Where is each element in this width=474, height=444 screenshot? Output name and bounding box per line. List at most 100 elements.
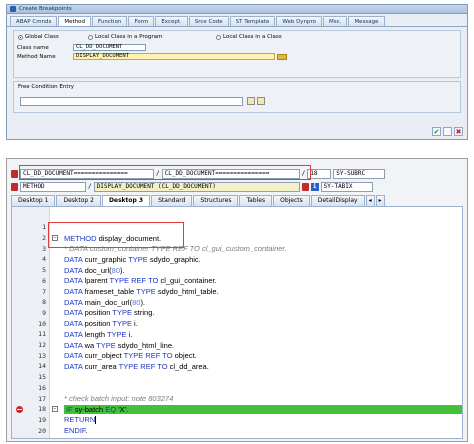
- code-token: DATA: [64, 329, 83, 339]
- code-token: lparent: [82, 276, 110, 286]
- fold-toggle-icon[interactable]: −: [52, 406, 58, 413]
- code-line[interactable]: 17 * check batch input: note 803274: [12, 393, 462, 404]
- cancel-button[interactable]: ✖: [454, 127, 463, 136]
- radio-button-selected[interactable]: [18, 34, 23, 40]
- tab-desktop-1[interactable]: Desktop 1: [11, 195, 56, 206]
- radio-button[interactable]: [88, 34, 93, 40]
- separator: /: [88, 183, 92, 190]
- tab-st-template[interactable]: ST Template: [229, 16, 276, 26]
- tab-form[interactable]: Form: [128, 16, 155, 26]
- code-token: IF: [66, 404, 73, 414]
- line-number: 16: [38, 383, 46, 392]
- code-line[interactable]: 15: [12, 372, 462, 383]
- radio-local-class-class[interactable]: Local Class in a Class: [216, 34, 282, 40]
- code-token: doc_url(: [82, 265, 112, 275]
- code-line[interactable]: 6 DATA lparent TYPE REF TO cl_gui_contain…: [12, 276, 462, 287]
- line-number: 15: [38, 373, 46, 382]
- free-condition-group: Free Condition Entry: [13, 81, 461, 113]
- code-text: DATA wa TYPE sdydo_html_line.: [64, 341, 174, 350]
- code-line[interactable]: 20 ENDIF.: [12, 425, 462, 436]
- value-help-icon[interactable]: [277, 53, 287, 60]
- code-token: TYPE REF TO: [109, 276, 159, 286]
- code-token: EQ: [105, 404, 117, 414]
- tab-standard[interactable]: Standard: [151, 195, 193, 206]
- line-number: 18: [38, 405, 46, 414]
- code-text: DATA curr_object TYPE REF TO object.: [64, 351, 197, 360]
- code-line[interactable]: 4 DATA curr_graphic TYPE sdydo_graphic.: [12, 254, 462, 265]
- code-token: i.: [126, 329, 133, 339]
- tab-method[interactable]: Method: [58, 16, 92, 26]
- save-button[interactable]: [443, 127, 452, 136]
- code-token: DATA: [64, 254, 83, 264]
- breakpoint-icon[interactable]: [16, 405, 23, 413]
- code-token: DATA: [64, 340, 83, 350]
- code-line[interactable]: 19 RETURN: [12, 415, 462, 426]
- radio-label: Local Class in a Program: [95, 34, 163, 40]
- code-token: DATA: [64, 287, 83, 297]
- tab-message[interactable]: Message: [348, 16, 385, 26]
- code-text: DATA curr_graphic TYPE sdydo_graphic.: [64, 255, 201, 264]
- tab-tables[interactable]: Tables: [239, 195, 273, 206]
- code-token: curr_area: [82, 361, 119, 371]
- code-token: DATA: [64, 276, 83, 286]
- program-icon: [11, 169, 18, 178]
- code-token: .: [85, 426, 88, 436]
- tab-source-code[interactable]: Srce Code: [188, 16, 229, 26]
- delete-condition-icon[interactable]: [257, 97, 265, 105]
- dialog-title: Create Breakpoints: [19, 6, 72, 12]
- tab-desktop-3[interactable]: Desktop 3: [101, 195, 151, 206]
- code-token: curr_object: [82, 351, 124, 361]
- sy-tabix-field[interactable]: SY-TABIX: [320, 181, 373, 192]
- tab-detail-display[interactable]: DetailDisplay: [310, 195, 365, 206]
- tab-scroll-right-icon[interactable]: ▸: [375, 195, 385, 206]
- code-line[interactable]: 7 DATA frameset_table TYPE sdydo_html_tab…: [12, 286, 462, 297]
- code-text: DATA doc_url(80).: [64, 266, 125, 275]
- code-line[interactable]: 10 DATA position TYPE i.: [12, 318, 462, 329]
- line-number: 10: [38, 319, 46, 328]
- tab-objects[interactable]: Objects: [273, 195, 310, 206]
- class-name-row: Class name CL_DD_DOCUMENT: [17, 44, 146, 51]
- code-token: position: [82, 319, 113, 329]
- code-line[interactable]: 14 DATA curr_area TYPE REF TO cl_dd_area.: [12, 361, 462, 372]
- code-line[interactable]: 5 DATA doc_url(80).: [12, 265, 462, 276]
- navigate-icon[interactable]: [301, 182, 309, 191]
- method-name-input[interactable]: DISPLAY_DOCUMENT: [73, 53, 275, 60]
- code-line[interactable]: 8 DATA main_doc_url(80).: [12, 297, 462, 308]
- code-line[interactable]: 11 DATA length TYPE i.: [12, 329, 462, 340]
- line-number: 5: [42, 266, 46, 275]
- tab-exception[interactable]: Except.: [155, 16, 188, 26]
- radio-local-class-program[interactable]: Local Class in a Program: [88, 34, 162, 40]
- method-name-field[interactable]: DISPLAY_DOCUMENT (CL_DD_DOCUMENT): [93, 181, 300, 192]
- tab-function[interactable]: Function: [92, 16, 128, 26]
- code-line[interactable]: 13 DATA curr_object TYPE REF TO object.: [12, 350, 462, 361]
- code-token: TYPE REF TO: [123, 351, 173, 361]
- code-token: sdydo_html_table.: [155, 287, 219, 297]
- method-icon: [11, 182, 18, 191]
- tab-structures[interactable]: Structures: [193, 195, 239, 206]
- confirm-button[interactable]: ✔: [432, 127, 441, 136]
- tab-web-dynpro[interactable]: Web Dynpro: [276, 16, 323, 26]
- code-token: frameset_table: [82, 287, 137, 297]
- code-line[interactable]: 12 DATA wa TYPE sdydo_html_line.: [12, 340, 462, 351]
- code-token: i.: [131, 319, 138, 329]
- event-type-field[interactable]: METHOD: [20, 181, 86, 192]
- radio-global-class[interactable]: Global Class: [18, 34, 59, 40]
- code-token: TYPE: [128, 254, 148, 264]
- edit-condition-icon[interactable]: [247, 97, 255, 105]
- radio-button[interactable]: [216, 34, 221, 40]
- info-icon[interactable]: i: [310, 182, 319, 191]
- create-breakpoints-dialog: Create Breakpoints ABAP Cmnds Method Fun…: [6, 4, 468, 140]
- sy-subrc-field[interactable]: SY-SUBRC: [333, 168, 386, 179]
- code-line[interactable]: 16: [12, 383, 462, 394]
- code-line[interactable]: 18− IF sy-batch EQ 'X'.: [12, 404, 462, 415]
- tab-misc[interactable]: Msc.: [323, 16, 348, 26]
- tab-abap-commands[interactable]: ABAP Cmnds: [10, 16, 58, 26]
- tab-scroll-left-icon[interactable]: ◂: [365, 195, 375, 206]
- code-token: cl_gui_container.: [158, 276, 217, 286]
- tab-desktop-2[interactable]: Desktop 2: [56, 195, 101, 206]
- code-line[interactable]: 9 DATA position TYPE string.: [12, 308, 462, 319]
- code-token: DATA: [64, 265, 83, 275]
- code-token: cl_dd_area.: [167, 361, 209, 371]
- class-name-input[interactable]: CL_DD_DOCUMENT: [73, 44, 146, 51]
- free-condition-input[interactable]: [20, 97, 243, 106]
